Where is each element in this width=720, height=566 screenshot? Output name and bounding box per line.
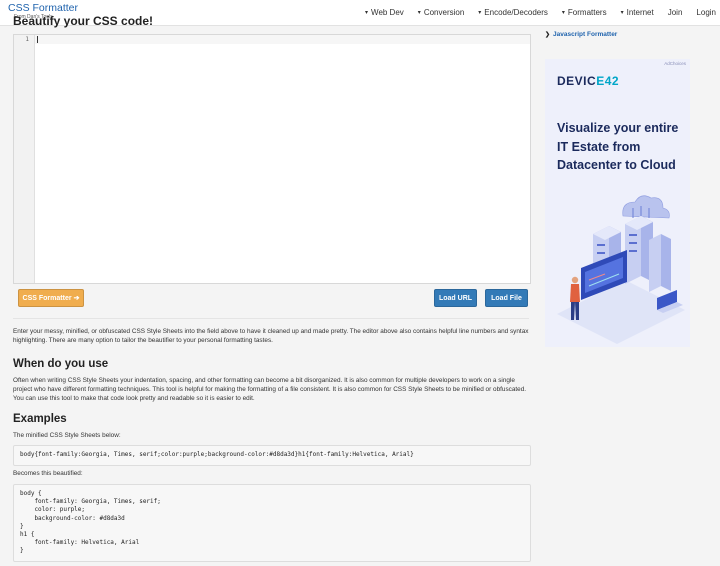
nav-web-dev[interactable]: ▾ Web Dev xyxy=(365,8,404,17)
page-title: Beautify your CSS code! xyxy=(13,14,154,28)
chevron-down-icon: ▾ xyxy=(561,10,565,16)
chevron-down-icon: ▾ xyxy=(478,10,482,16)
beautified-code-block: body { font-family: Georgia, Times, seri… xyxy=(13,484,531,562)
chevron-down-icon: ▾ xyxy=(417,10,421,16)
chevron-down-icon: ▾ xyxy=(365,10,369,16)
nav-label: Formatters xyxy=(567,8,607,17)
nav-label: Login xyxy=(696,8,716,17)
nav-label: Internet xyxy=(626,8,654,17)
button-label: CSS Formatter xyxy=(22,294,72,302)
nav-conversion[interactable]: ▾ Conversion xyxy=(418,8,464,17)
line-number: 1 xyxy=(25,36,29,43)
nav-label: Web Dev xyxy=(371,8,404,17)
chevron-right-icon: ❯ xyxy=(545,32,551,38)
nav-login[interactable]: Login xyxy=(696,8,716,17)
nav-join[interactable]: Join xyxy=(668,8,683,17)
css-formatter-button[interactable]: CSS Formatter ➔ xyxy=(18,289,84,307)
datacenter-illustration xyxy=(557,195,685,344)
ad-logo: DEVICE42 xyxy=(557,74,619,88)
when-text: Often when writing CSS Style Sheets your… xyxy=(13,377,527,402)
css-code-editor[interactable]: 1 xyxy=(13,34,531,284)
sidebar-link-javascript-formatter[interactable]: ❯ Javascript Formatter xyxy=(545,31,617,38)
nav-label: Conversion xyxy=(423,8,465,17)
nav-internet[interactable]: ▾ Internet xyxy=(621,8,654,17)
when-heading: When do you use xyxy=(13,358,109,370)
nav-encode-decoders[interactable]: ▾ Encode/Decoders xyxy=(478,8,548,17)
minified-label: The minified CSS Style Sheets below: xyxy=(13,432,121,439)
ad-headline: Visualize your entire IT Estate from Dat… xyxy=(557,121,679,172)
intro-text: Enter your messy, minified, or obfuscate… xyxy=(13,328,529,344)
ad-logo-part: DEVIC xyxy=(557,74,597,88)
nav-formatters[interactable]: ▾ Formatters xyxy=(562,8,607,17)
active-line-highlight xyxy=(35,35,530,44)
ad-logo-accent: E42 xyxy=(596,74,620,88)
chevron-down-icon: ▾ xyxy=(620,10,624,16)
nav-label: Encode/Decoders xyxy=(484,8,548,17)
adchoices-badge[interactable]: AdChoices xyxy=(664,61,686,66)
beautified-label: Becomes this beautified: xyxy=(13,470,83,477)
text-cursor xyxy=(37,36,38,43)
divider xyxy=(13,318,529,319)
arrow-right-icon: ➔ xyxy=(73,295,80,302)
main-nav: ▾ Web Dev ▾ Conversion ▾ Encode/Decoders… xyxy=(365,0,716,25)
load-file-button[interactable]: Load File xyxy=(485,289,528,307)
brand-name[interactable]: CSS Formatter xyxy=(8,3,78,14)
load-url-button[interactable]: Load URL xyxy=(434,289,477,307)
examples-heading: Examples xyxy=(13,413,67,425)
line-number-gutter: 1 xyxy=(14,35,35,283)
sidebar-link-label: Javascript Formatter xyxy=(553,31,618,38)
minified-code-block: body{font-family:Georgia, Times, serif;c… xyxy=(13,445,531,466)
nav-label: Join xyxy=(667,8,683,17)
advertisement[interactable]: AdChoices DEVICE42 Visualize your entire… xyxy=(545,59,690,347)
